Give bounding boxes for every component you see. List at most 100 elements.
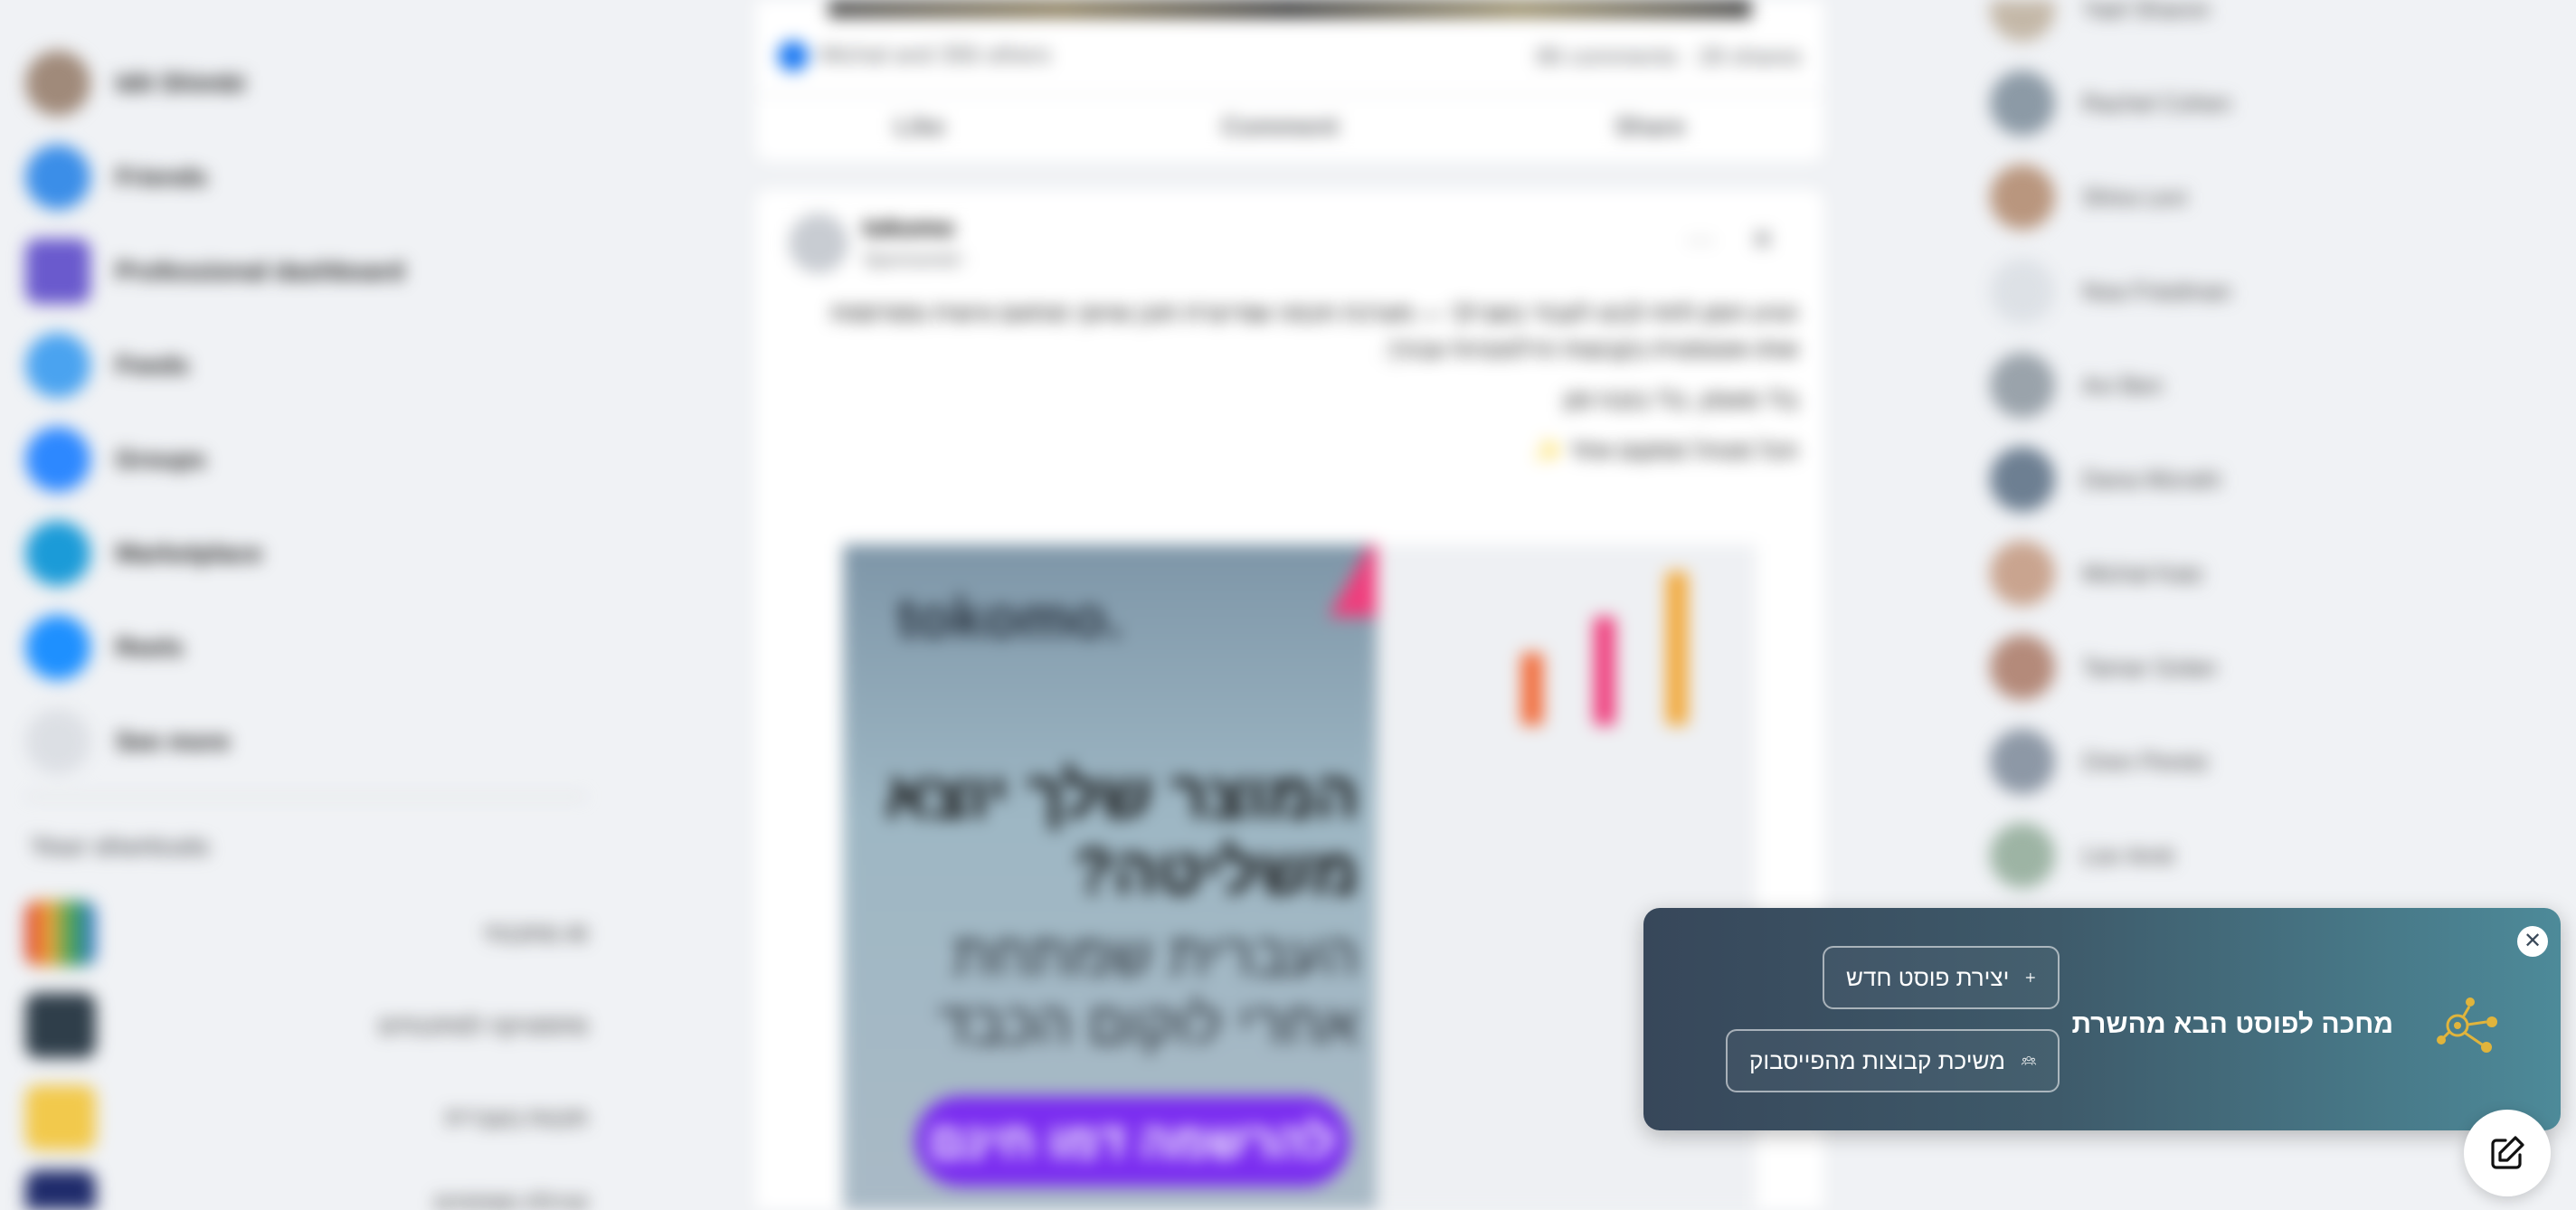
post-paragraph: הגיע הזמן לתת לבוט לעבוד בשבילך — מערכת … [830, 299, 1798, 363]
shortcut-item[interactable]: תכנות בעברית [25, 1082, 588, 1154]
post-text: הגיע הזמן לתת לבוט לעבוד בשבילך — מערכת … [785, 295, 1798, 483]
shortcut-thumbnail [25, 993, 96, 1058]
engagement-counts[interactable]: 86 comments · 28 shares [1537, 43, 1802, 71]
close-icon[interactable]: ✕ [2517, 926, 2548, 957]
groups-icon [2022, 1056, 2036, 1065]
contact-name: Avi Ben [2082, 371, 2164, 399]
contact-item[interactable]: Noa Friedman [1990, 244, 2231, 338]
like-reaction-icon [778, 41, 809, 72]
extension-toast: ✕ מחכה לפוסט הבא מהשרת יצירת פוסט חדש מש… [1643, 908, 2561, 1130]
shortcut-label: קהילת מפתחים [434, 1188, 588, 1210]
import-groups-button[interactable]: משיכת קבוצות מהפייסבוק [1726, 1029, 2060, 1092]
friends-icon [25, 145, 90, 210]
contact-name: Shira Levi [2082, 183, 2187, 211]
import-groups-label: משיכת קבוצות מהפייסבוק [1749, 1046, 2006, 1074]
hide-post-icon[interactable]: ✕ [1750, 222, 1775, 257]
avatar [1990, 259, 2055, 324]
mockup-bar [1666, 572, 1688, 725]
contacts-list: Yael Sharon Rachel Cohen Shira Levi Noa … [1990, 0, 2231, 903]
reaction-text[interactable]: Michal and 356 others [819, 41, 1051, 68]
nav-item-label: Reels [116, 633, 184, 661]
post-paragraph: הכל מנוהל ממקום אחד ✨ [1533, 437, 1798, 464]
shortcut-thumbnail [25, 901, 96, 966]
create-post-button[interactable]: יצירת פוסט חדש [1823, 946, 2060, 1009]
contact-item[interactable]: Yael Sharon [1990, 0, 2231, 56]
more-options-icon[interactable]: ··· [1686, 222, 1715, 256]
shortcut-thumbnail [25, 1170, 96, 1210]
contact-item[interactable]: Avi Ben [1990, 338, 2231, 432]
ad-subheadline: העברית שמתחת אחרי לוקום הכבד [938, 922, 1359, 1056]
shortcut-item[interactable]: קהילת מפתחים [25, 1167, 588, 1210]
shortcut-item[interactable]: מתכנתי AI [25, 897, 588, 969]
nav-item-label: Friends [116, 163, 208, 191]
contact-name: Michal Katz [2082, 559, 2204, 587]
contact-item[interactable]: Lior Amit [1990, 808, 2231, 903]
nav-item-reels[interactable]: Reels [25, 600, 586, 695]
contact-name: Yael Sharon [2082, 0, 2211, 23]
previous-post: Michal and 356 others 86 comments · 28 s… [756, 0, 1823, 161]
left-navigation: Idit Shimbi Friends Professional dashboa… [25, 36, 586, 789]
plus-icon [2026, 972, 2036, 983]
avatar [1990, 541, 2055, 606]
comment-button[interactable]: Comment [1222, 112, 1339, 141]
nav-item-label: Groups [116, 445, 206, 473]
ad-headline: המוצר שלך יוצא משליטה? [885, 760, 1359, 908]
share-button[interactable]: Share [1615, 112, 1685, 141]
mockup-bar [1594, 617, 1615, 725]
post-actions: Like Comment Share [756, 94, 1823, 157]
reels-icon [25, 615, 90, 680]
nav-item-friends[interactable]: Friends [25, 130, 586, 224]
avatar [1990, 165, 2055, 230]
shortcut-label: מתכנתי AI [482, 919, 588, 947]
nav-item-groups[interactable]: Groups [25, 412, 586, 506]
shortcut-thumbnail [25, 1085, 96, 1150]
avatar [1990, 729, 2055, 794]
contact-item[interactable]: Dana Mizrahi [1990, 432, 2231, 526]
nav-item-feeds[interactable]: Feeds [25, 318, 586, 412]
nav-item-see-more[interactable]: See more [25, 695, 586, 789]
nav-item-label: Idit Shimbi [116, 69, 246, 97]
shortcut-label: מתמטיקה למתכנתים [378, 1011, 588, 1039]
feeds-icon [25, 333, 90, 398]
shortcuts-title: Your shortcuts [31, 832, 210, 860]
author-name[interactable]: tokomo [863, 213, 954, 242]
nav-item-label: Marketplace [116, 539, 262, 567]
new-message-button[interactable] [2464, 1110, 2551, 1196]
like-button[interactable]: Like [895, 112, 945, 141]
nav-item-profile[interactable]: Idit Shimbi [25, 36, 586, 130]
post-paragraph: בלי מאמץ, בלי בזבוז זמן [1563, 386, 1798, 413]
ad-cta-button[interactable]: להרשמה דמו חינם [915, 1096, 1350, 1186]
create-post-label: יצירת פוסט חדש [1846, 963, 2010, 991]
contact-item[interactable]: Michal Katz [1990, 526, 2231, 620]
profile-avatar [25, 51, 90, 116]
contact-item[interactable]: Tamar Golan [1990, 620, 2231, 714]
toast-title: מחכה לפוסט הבא מהשרת [2071, 1009, 2394, 1039]
avatar [1990, 447, 2055, 512]
contact-name: Rachel Cohen [2082, 89, 2231, 117]
nav-item-dashboard[interactable]: Professional dashboard [25, 224, 586, 318]
network-icon [2437, 997, 2497, 1053]
shortcut-label: תכנות בעברית [445, 1103, 588, 1131]
shortcut-item[interactable]: מתמטיקה למתכנתים [25, 989, 588, 1062]
contact-item[interactable]: Shira Levi [1990, 150, 2231, 244]
post-meta: Sponsored · [863, 248, 971, 270]
edit-icon [2491, 1136, 2524, 1169]
groups-icon [25, 427, 90, 492]
chevron-down-icon [25, 709, 90, 774]
avatar [1990, 635, 2055, 700]
divider [25, 796, 586, 798]
nav-item-marketplace[interactable]: Marketplace [25, 506, 586, 600]
contact-item[interactable]: Rachel Cohen [1990, 56, 2231, 150]
ad-logo: tokomo. [897, 585, 1122, 650]
contact-item[interactable]: Oren Peretz [1990, 714, 2231, 808]
avatar [1990, 353, 2055, 418]
contact-name: Oren Peretz [2082, 747, 2210, 775]
mockup-bar [1521, 653, 1543, 725]
author-avatar[interactable] [789, 213, 848, 273]
reaction-row: Michal and 356 others 86 comments · 28 s… [778, 36, 1802, 76]
ad-image[interactable]: tokomo. המוצר שלך יוצא משליטה? העברית שמ… [843, 544, 1757, 1210]
contact-name: Lior Amit [2082, 841, 2174, 869]
contact-name: Tamar Golan [2082, 653, 2217, 681]
dashboard-icon [25, 239, 90, 304]
nav-item-label: See more [116, 727, 231, 755]
